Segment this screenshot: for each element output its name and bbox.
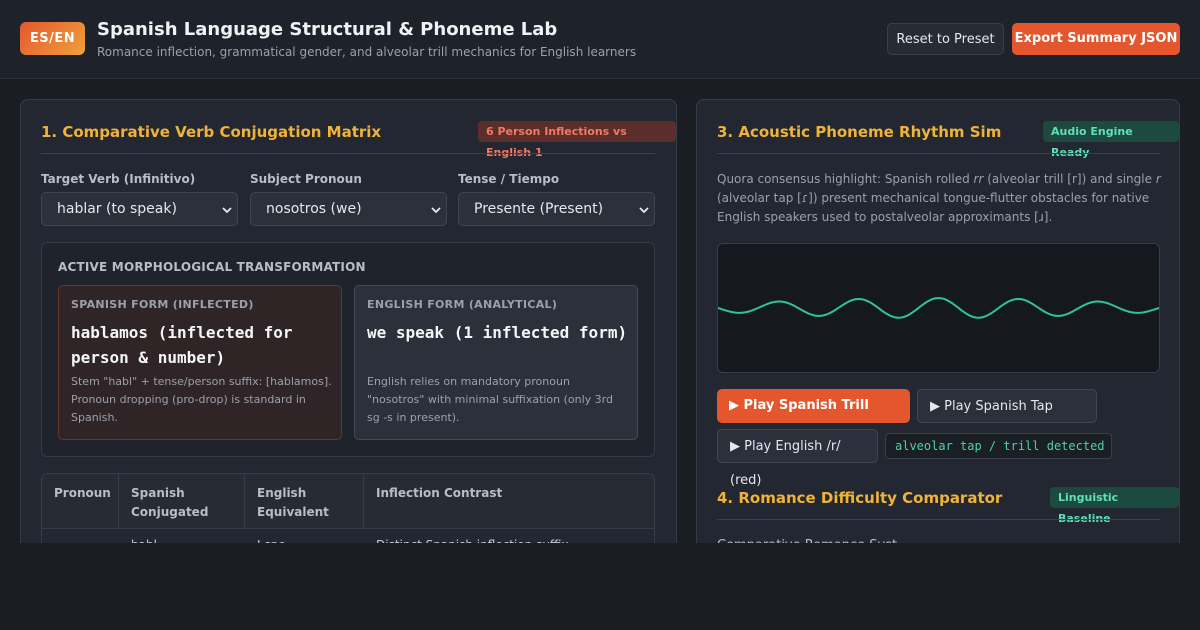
play-trill-button[interactable]: ▶ Play Spanish Trill (perro) [717,389,910,447]
detection-status: alveolar tap / trill detected [885,433,1112,459]
english-form-card: ENGLISH FORM (ANALYTICAL) we speak (1 in… [354,285,638,440]
spanish-form-note: Stem "habl" + tense/person suffix: [habl… [71,375,332,424]
app-subtitle: Romance inflection, grammatical gender, … [97,45,637,59]
app-title: Spanish Language Structural & Phoneme La… [97,19,558,40]
verb-select-value: hablar (to speak) [57,201,177,217]
waveform-display [717,243,1160,373]
table-header: Pronoun Spanish Conjugated English Equiv… [42,474,654,529]
chevron-down-icon [222,207,232,214]
divider [717,153,1160,154]
english-form-label: ENGLISH FORM (ANALYTICAL) [367,298,558,311]
pronoun-select[interactable]: nosotros (we) [250,192,447,226]
table-header-cell: Pronoun [42,474,119,529]
play-tap-button[interactable]: ▶ Play Spanish Tap (pero) [917,389,1097,448]
waveform-line [717,297,1160,319]
phoneme-panel: 3. Acoustic Phoneme Rhythm Sim Audio Eng… [696,99,1180,579]
tense-select[interactable]: Presente (Present) [458,192,655,226]
tense-label: Tense / Tiempo [458,172,560,186]
english-form-note: English relies on mandatory pronoun "nos… [367,375,613,424]
page-footer-space [0,543,1200,630]
reset-button[interactable]: Reset to Preset [887,23,1004,55]
conjugation-panel: 1. Comparative Verb Conjugation Matrix 6… [20,99,677,579]
morphology-heading: ACTIVE MORPHOLOGICAL TRANSFORMATION [58,260,366,274]
app-logo: ES/EN [20,22,85,55]
morphology-box: ACTIVE MORPHOLOGICAL TRANSFORMATION SPAN… [41,242,655,457]
difficulty-title: 4. Romance Difficulty Comparator [717,489,1003,507]
divider [717,519,1160,520]
phoneme-description: Quora consensus highlight: Spanish rolle… [717,172,1161,224]
export-json-button[interactable]: Export Summary JSON [1012,23,1180,55]
audio-status-badge: Audio Engine Ready [1043,121,1179,159]
baseline-badge: Linguistic Baseline [1050,487,1179,525]
verb-select[interactable]: hablar (to speak) [41,192,238,226]
top-bar: ES/EN Spanish Language Structural & Phon… [0,0,1200,79]
phoneme-title: 3. Acoustic Phoneme Rhythm Sim [717,123,1002,141]
pronoun-label: Subject Pronoun [250,172,362,186]
table-header-cell: English Equivalent [245,474,364,529]
english-form-value: we speak (1 inflected form) [367,323,628,342]
spanish-form-card: SPANISH FORM (INFLECTED) hablamos (infle… [58,285,342,440]
pronoun-select-value: nosotros (we) [266,201,362,217]
verb-label: Target Verb (Infinitivo) [41,172,196,186]
divider [41,153,655,154]
chevron-down-icon [431,207,441,214]
inflection-badge: 6 Person Inflections vs English 1 [478,121,676,159]
spanish-form-label: SPANISH FORM (INFLECTED) [71,298,254,311]
conjugation-title: 1. Comparative Verb Conjugation Matrix [41,123,382,141]
chevron-down-icon [639,207,649,214]
spanish-form-value: hablamos (inflected for person & number) [71,323,293,367]
tense-select-value: Presente (Present) [474,201,604,217]
table-header-cell: Spanish Conjugated [119,474,245,529]
play-english-r-button[interactable]: ▶ Play English /r/ (red) [717,429,878,488]
table-header-cell: Inflection Contrast [376,486,503,500]
waveform-chart [717,297,1160,319]
